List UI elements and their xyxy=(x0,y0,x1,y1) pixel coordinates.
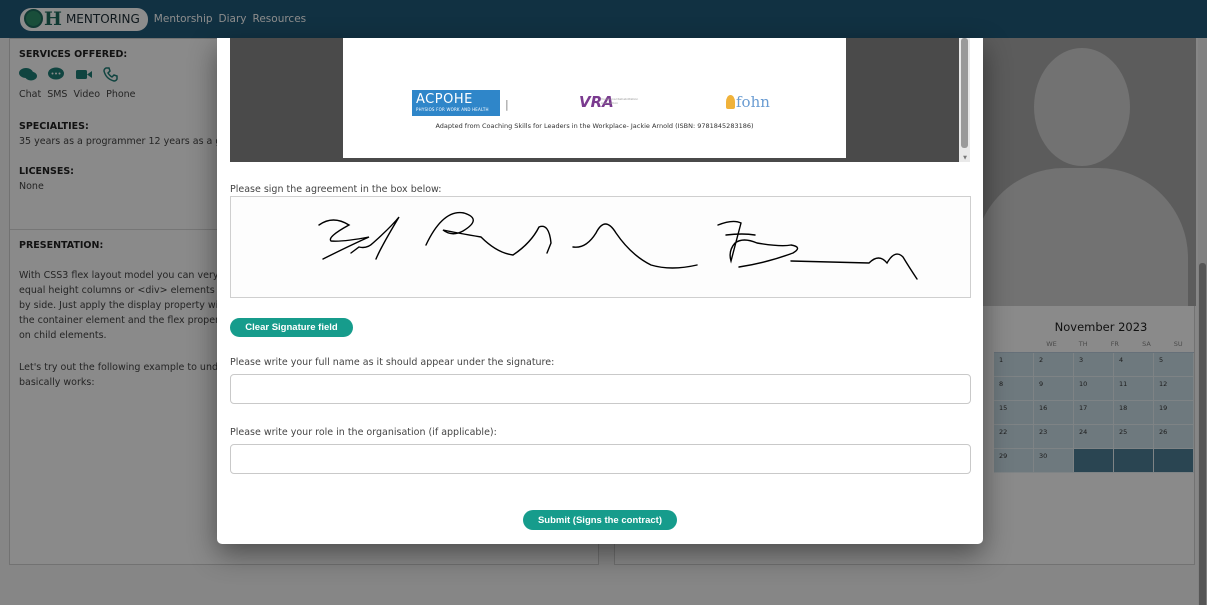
name-prompt: Please write your full name as it should… xyxy=(230,357,555,368)
scroll-down-arrow-icon[interactable]: ▼ xyxy=(963,155,967,161)
fohn-logo-mark xyxy=(726,95,735,109)
logo-separator: | xyxy=(505,98,509,111)
vra-logo-subtext: Vocational Rehabilitation Association xyxy=(601,97,639,105)
acpohe-logo-text: ACPOHE xyxy=(416,92,473,107)
document-scrollbar[interactable]: ▼ xyxy=(959,38,970,162)
document-scrollbar-thumb[interactable] xyxy=(961,38,968,148)
submit-sign-contract-button[interactable]: Submit (Signs the contract) xyxy=(523,510,677,530)
signature-stroke xyxy=(318,211,918,280)
signature-modal: ACPOHE PHYSIOS FOR WORK AND HEALTH | VRA… xyxy=(217,38,983,544)
document-caption: Adapted from Coaching Skills for Leaders… xyxy=(435,122,754,130)
signature-pad[interactable] xyxy=(230,196,971,298)
clear-signature-button[interactable]: Clear Signature field xyxy=(230,318,353,337)
sign-prompt: Please sign the agreement in the box bel… xyxy=(230,184,442,195)
role-input[interactable] xyxy=(230,444,971,474)
fohn-logo-text: fohn xyxy=(736,93,770,111)
acpohe-logo-subtext: PHYSIOS FOR WORK AND HEALTH xyxy=(416,107,489,112)
document-viewer[interactable]: ACPOHE PHYSIOS FOR WORK AND HEALTH | VRA… xyxy=(230,38,970,162)
fohn-logo: fohn xyxy=(726,93,770,111)
vra-logo: VRA Vocational Rehabilitation Associatio… xyxy=(579,93,638,111)
document-page: ACPOHE PHYSIOS FOR WORK AND HEALTH | VRA… xyxy=(343,38,846,158)
role-prompt: Please write your role in the organisati… xyxy=(230,427,497,438)
acpohe-logo: ACPOHE PHYSIOS FOR WORK AND HEALTH xyxy=(412,90,500,116)
full-name-input[interactable] xyxy=(230,374,971,404)
